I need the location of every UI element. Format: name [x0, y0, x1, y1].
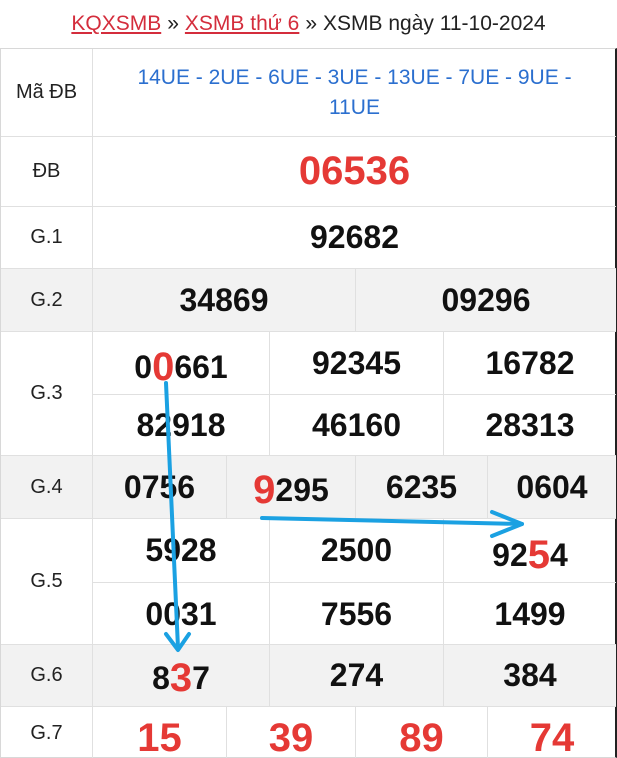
g7-number: 74	[529, 715, 575, 758]
g6-number: 384	[503, 657, 557, 693]
label-g4: G.4	[1, 456, 93, 518]
g1-number: 92682	[310, 219, 399, 255]
db-number: 06536	[298, 149, 411, 193]
g7-number: 39	[268, 715, 314, 758]
breadcrumb-separator: »	[167, 12, 179, 35]
g3-number: 82918	[136, 407, 226, 443]
row-g2: G.2 34869 09296	[1, 269, 616, 332]
g3-number: 16782	[485, 344, 575, 381]
label-g1: G.1	[1, 207, 93, 268]
g3-number: 0 0 661	[134, 344, 228, 389]
g4-number: 0604	[516, 468, 588, 505]
label-g2: G.2	[1, 269, 93, 331]
g5-number: 1499	[494, 595, 566, 632]
g7-number: 15	[137, 715, 182, 758]
g4-number: 0756	[123, 468, 196, 505]
breadcrumb-day-link[interactable]: XSMB thứ 6	[185, 12, 299, 36]
ma-db-codes: 14UE - 2UE - 6UE - 3UE - 13UE - 7UE - 9U…	[137, 65, 572, 119]
label-g7: G.7	[1, 707, 93, 758]
breadcrumb-separator: »	[305, 12, 318, 35]
label-ma-db: Mã ĐB	[1, 49, 93, 136]
label-db: ĐB	[1, 137, 93, 206]
label-g6: G.6	[1, 645, 93, 706]
g2-number: 34869	[179, 281, 269, 318]
row-g1: G.1 92682	[1, 207, 616, 269]
label-g5: G.5	[1, 519, 93, 644]
g3-number: 92345	[312, 344, 401, 381]
g7-number: 89	[399, 715, 444, 758]
breadcrumb-home-link[interactable]: KQXSMB	[71, 12, 161, 36]
g5-number: 2500	[320, 532, 393, 568]
g5-number: 7556	[320, 595, 393, 632]
g6-number: 274	[329, 657, 384, 693]
g5-number: 5928	[145, 532, 217, 568]
row-g3: G.3 0 0 661 92345 16782 82918 46160 28313	[1, 332, 616, 456]
row-ma-db: Mã ĐB 14UE - 2UE - 6UE - 3UE - 13UE - 7U…	[1, 49, 616, 137]
g5-number: 92 5 4	[492, 533, 568, 577]
row-g7: G.7 15 39 89 74	[1, 707, 616, 758]
row-db: ĐB 06536	[1, 137, 616, 207]
label-g3: G.3	[1, 332, 93, 455]
breadcrumb: KQXSMB » XSMB thứ 6 » XSMB ngày 11-10-20…	[0, 0, 617, 48]
results-table: Mã ĐB 14UE - 2UE - 6UE - 3UE - 13UE - 7U…	[0, 48, 617, 758]
breadcrumb-current: XSMB ngày 11-10-2024	[323, 12, 546, 35]
g4-number: 6235	[385, 468, 458, 505]
g3-number: 28313	[485, 407, 575, 443]
g3-number: 46160	[312, 407, 401, 443]
g6-number: 837	[152, 656, 210, 700]
g2-number: 09296	[441, 281, 531, 318]
row-g4: G.4 0756 9 295 6235 0604	[1, 456, 616, 519]
row-g5: G.5 5928 2500 92 5 4 0031 7556 1499	[1, 519, 616, 645]
row-g6: G.6 837 274 384	[1, 645, 616, 707]
g5-number: 0031	[145, 595, 217, 632]
g4-number: 9 295	[253, 467, 329, 512]
